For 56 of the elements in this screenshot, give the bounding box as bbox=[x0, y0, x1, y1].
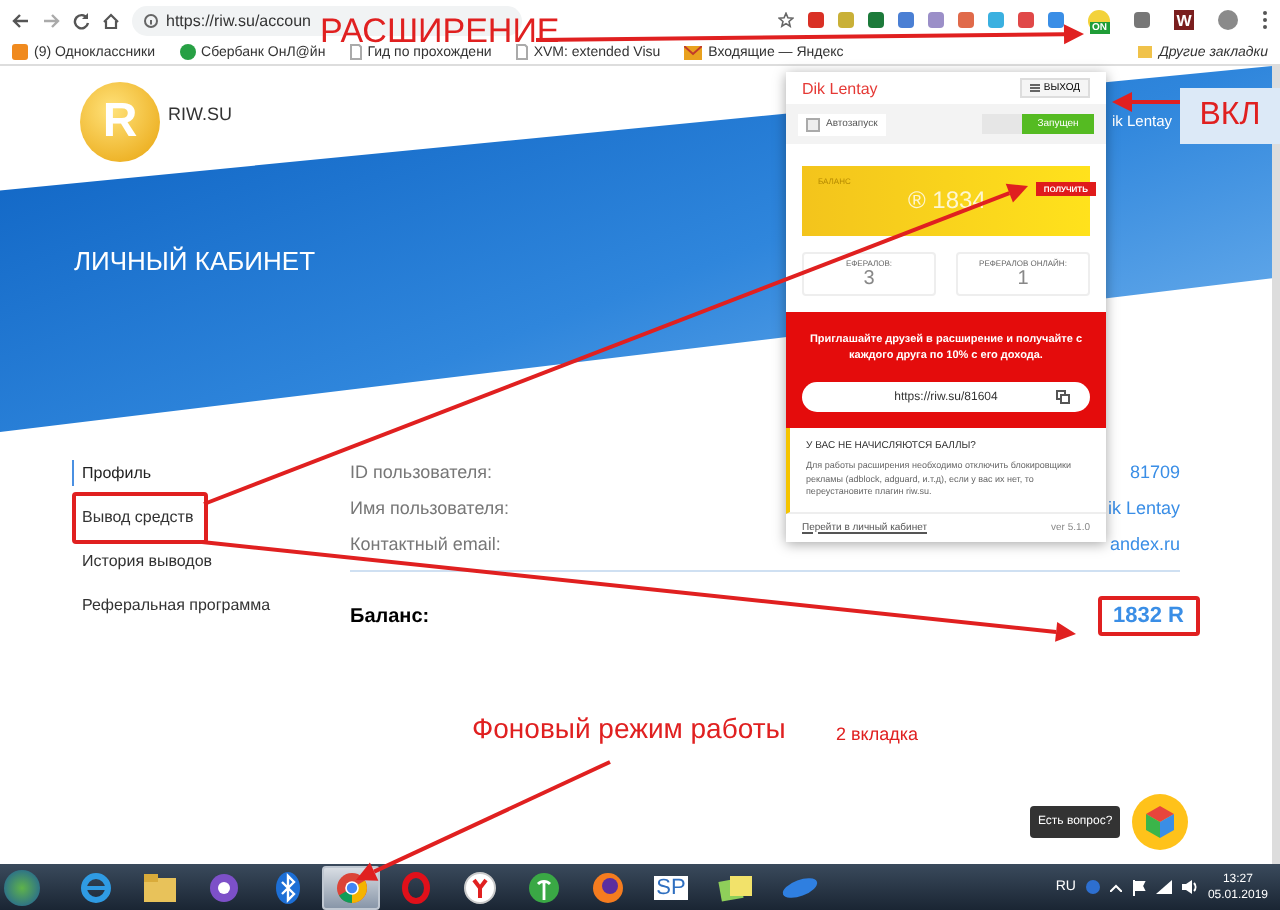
sidebar-item[interactable]: Профиль bbox=[72, 460, 350, 486]
page-icon bbox=[349, 44, 362, 60]
caret-up-icon[interactable] bbox=[1109, 883, 1122, 891]
start-button[interactable] bbox=[4, 869, 40, 905]
sticky-notes-icon bbox=[717, 873, 753, 901]
site-name: RIW.SU bbox=[168, 104, 233, 124]
help-icon[interactable] bbox=[1085, 880, 1100, 894]
back-icon[interactable] bbox=[12, 11, 30, 29]
square-logo-icon bbox=[12, 44, 28, 60]
opera-o-icon bbox=[401, 871, 429, 903]
sidebar-item[interactable]: Реферальная программа bbox=[72, 592, 350, 618]
folder-icon bbox=[143, 873, 175, 901]
mail-icon bbox=[684, 45, 703, 59]
speaker-icon[interactable] bbox=[1181, 880, 1198, 894]
annotation-note: 2 вкладка bbox=[836, 724, 918, 744]
menu-icon[interactable] bbox=[1262, 10, 1268, 30]
list-icon bbox=[1029, 84, 1040, 92]
field-label: ID пользователя: bbox=[350, 462, 492, 482]
field-value: 81709 bbox=[1129, 462, 1180, 482]
annotation-label: ВКЛ bbox=[1180, 88, 1280, 144]
popup-user-name: Dik Lentay bbox=[802, 79, 878, 97]
app-logo-text: SP bbox=[654, 875, 688, 899]
balance-value: 1832 R bbox=[1097, 596, 1200, 636]
sidebar-item[interactable]: История выводов bbox=[72, 548, 350, 574]
annotation-label: Фоновый режим работы bbox=[472, 712, 786, 744]
signal-icon[interactable] bbox=[1155, 880, 1172, 894]
page-title: ЛИЧНЫЙ КАБИНЕТ bbox=[74, 246, 316, 276]
highlight-frame bbox=[72, 492, 208, 544]
reload-icon[interactable] bbox=[72, 11, 90, 29]
annotation-arrow bbox=[1112, 92, 1180, 112]
w-extension-button[interactable]: W bbox=[1174, 10, 1194, 30]
avatar-icon[interactable] bbox=[1218, 10, 1238, 30]
balance-label: Баланс: bbox=[350, 605, 430, 627]
copy-icon[interactable] bbox=[1056, 390, 1070, 404]
checkbox[interactable] bbox=[806, 117, 820, 131]
field-value: ik Lentay bbox=[1107, 498, 1180, 518]
star-icon[interactable] bbox=[778, 12, 794, 28]
flag-icon[interactable] bbox=[1131, 879, 1146, 895]
field-value: andex.ru bbox=[1109, 534, 1180, 554]
y-circle-icon bbox=[463, 871, 495, 903]
coin-logo: R bbox=[80, 82, 160, 162]
chat-cube-button[interactable] bbox=[1132, 794, 1189, 850]
card-amount: ® 1834 bbox=[908, 186, 986, 214]
chrome-icon bbox=[335, 871, 367, 903]
sidebar-item[interactable]: Вывод средств bbox=[72, 504, 350, 530]
bluetooth-icon bbox=[273, 871, 301, 903]
field-label: Контактный email: bbox=[350, 534, 501, 554]
folder-icon bbox=[1138, 46, 1153, 58]
disc-icon bbox=[779, 873, 819, 901]
home-icon[interactable] bbox=[102, 11, 120, 29]
info-icon bbox=[144, 13, 158, 27]
taskbar-app[interactable]: SP bbox=[642, 865, 700, 909]
field-label: Имя пользователя: bbox=[350, 498, 510, 518]
taskbar-app[interactable] bbox=[322, 865, 380, 909]
page-icon bbox=[515, 44, 528, 60]
browser-e-icon bbox=[79, 871, 111, 903]
